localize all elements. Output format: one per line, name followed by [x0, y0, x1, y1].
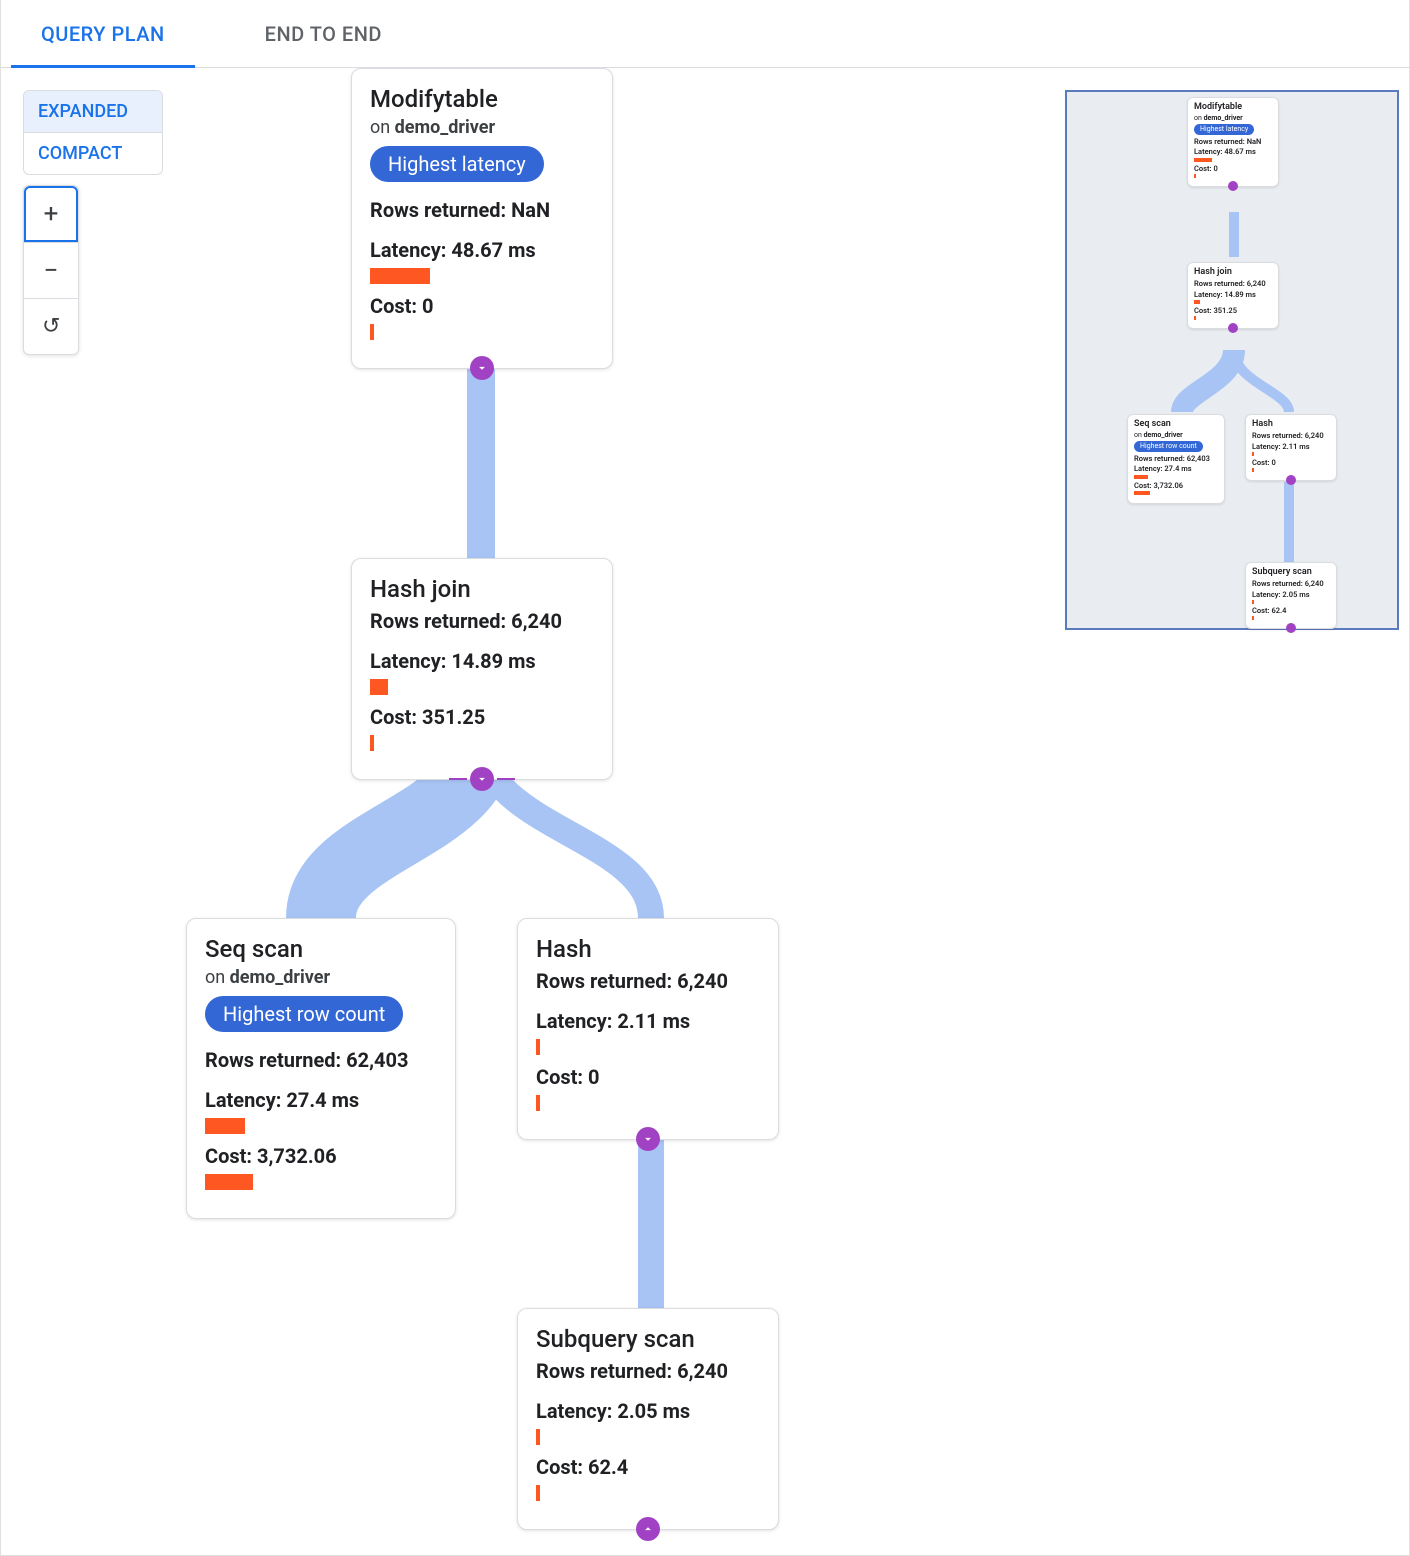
- latency-metric: Latency: 2.05 ms: [536, 1399, 760, 1423]
- collapse-toggle[interactable]: [470, 356, 494, 380]
- node-title: Hash: [536, 935, 760, 963]
- rows-metric: Rows returned: 6,240: [536, 969, 760, 993]
- rows-metric: Rows returned: 62,403: [205, 1048, 437, 1072]
- tab-bar: QUERY PLAN END TO END: [1, 0, 1409, 68]
- minimap[interactable]: Modifytable on demo_driver Highest laten…: [1065, 90, 1399, 630]
- minimap-node-seqscan: Seq scan on demo_driver Highest row coun…: [1127, 414, 1225, 504]
- node-title: Hash join: [370, 575, 594, 603]
- minus-icon: −: [44, 256, 59, 286]
- minimap-node-subquery: Subquery scan Rows returned: 6,240 Laten…: [1245, 562, 1337, 629]
- node-title: Modifytable: [370, 85, 594, 113]
- tab-end-to-end[interactable]: END TO END: [235, 0, 412, 67]
- node-hash[interactable]: Hash Rows returned: 6,240 Latency: 2.11 …: [517, 918, 779, 1140]
- zoom-in-button[interactable]: +: [24, 186, 78, 242]
- node-target: on demo_driver: [205, 967, 437, 988]
- cost-bar: [536, 1095, 540, 1111]
- rows-metric: Rows returned: 6,240: [370, 609, 594, 633]
- cost-metric: Cost: 0: [370, 294, 594, 318]
- latency-bar: [370, 679, 388, 695]
- cost-metric: Cost: 0: [536, 1065, 760, 1089]
- node-hashjoin[interactable]: Hash join Rows returned: 6,240 Latency: …: [351, 558, 613, 780]
- badge-highest-rows: Highest row count: [205, 996, 403, 1032]
- zoom-reset-button[interactable]: ↻: [24, 298, 78, 354]
- zoom-controls: + − ↻: [23, 185, 79, 355]
- node-title: Seq scan: [205, 935, 437, 963]
- latency-metric: Latency: 27.4 ms: [205, 1088, 437, 1112]
- cost-metric: Cost: 3,732.06: [205, 1144, 437, 1168]
- latency-bar: [536, 1429, 540, 1445]
- collapse-toggle[interactable]: [470, 767, 494, 791]
- expand-toggle[interactable]: [636, 1517, 660, 1541]
- rows-metric: Rows returned: NaN: [370, 198, 594, 222]
- node-title: Subquery scan: [536, 1325, 760, 1353]
- collapse-toggle[interactable]: [636, 1127, 660, 1151]
- cost-bar: [205, 1174, 253, 1190]
- node-seqscan[interactable]: Seq scan on demo_driver Highest row coun…: [186, 918, 456, 1219]
- minimap-node-hashjoin: Hash join Rows returned: 6,240 Latency: …: [1187, 262, 1279, 329]
- latency-bar: [370, 268, 430, 284]
- rows-metric: Rows returned: 6,240: [536, 1359, 760, 1383]
- view-controls: EXPANDED COMPACT + − ↻: [23, 90, 163, 355]
- cost-bar: [370, 735, 374, 751]
- latency-metric: Latency: 2.11 ms: [536, 1009, 760, 1033]
- refresh-icon: ↻: [42, 314, 60, 339]
- node-modifytable[interactable]: Modifytable on demo_driver Highest laten…: [351, 68, 613, 369]
- minimap-node-modifytable: Modifytable on demo_driver Highest laten…: [1187, 97, 1279, 187]
- latency-bar: [205, 1118, 245, 1134]
- view-toggle: EXPANDED COMPACT: [23, 90, 163, 175]
- latency-metric: Latency: 14.89 ms: [370, 649, 594, 673]
- cost-metric: Cost: 62.4: [536, 1455, 760, 1479]
- view-expanded-button[interactable]: EXPANDED: [24, 91, 162, 132]
- minimap-node-hash: Hash Rows returned: 6,240 Latency: 2.11 …: [1245, 414, 1337, 481]
- node-subquery[interactable]: Subquery scan Rows returned: 6,240 Laten…: [517, 1308, 779, 1530]
- cost-metric: Cost: 351.25: [370, 705, 594, 729]
- view-compact-button[interactable]: COMPACT: [24, 132, 162, 174]
- cost-bar: [370, 324, 374, 340]
- plus-icon: +: [44, 199, 59, 229]
- latency-metric: Latency: 48.67 ms: [370, 238, 594, 262]
- cost-bar: [536, 1485, 540, 1501]
- latency-bar: [536, 1039, 540, 1055]
- node-target: on demo_driver: [370, 117, 594, 138]
- zoom-out-button[interactable]: −: [24, 242, 78, 298]
- badge-highest-latency: Highest latency: [370, 146, 544, 182]
- tab-query-plan[interactable]: QUERY PLAN: [11, 0, 195, 67]
